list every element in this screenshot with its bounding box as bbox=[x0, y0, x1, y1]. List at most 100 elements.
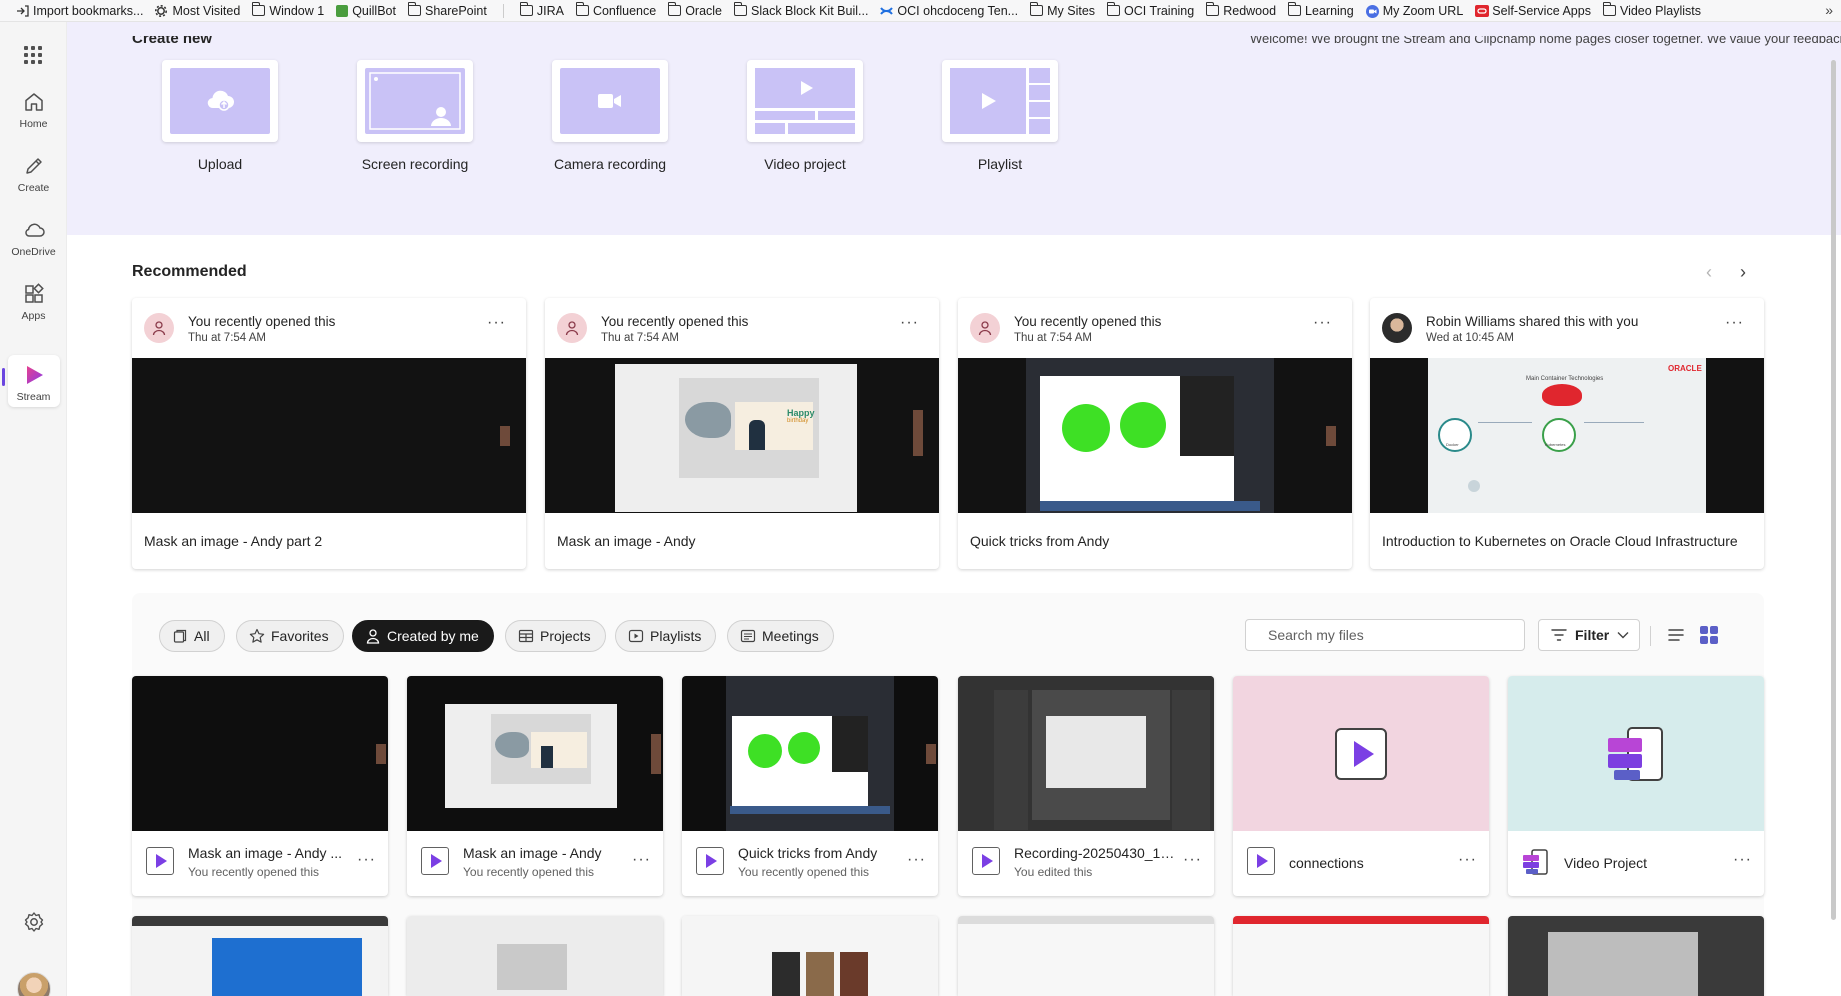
list-view-icon[interactable] bbox=[1667, 626, 1685, 644]
create-upload-card[interactable]: Upload bbox=[162, 60, 278, 172]
folder-icon bbox=[407, 2, 421, 16]
zoom-icon bbox=[1365, 5, 1379, 18]
bookmark-most-visited[interactable]: Most Visited bbox=[149, 4, 246, 18]
create-video-project-card[interactable]: Video project bbox=[747, 60, 863, 172]
recommended-card[interactable]: You recently opened this Thu at 7:54 AM … bbox=[958, 298, 1352, 569]
more-options-icon[interactable]: ··· bbox=[1183, 851, 1202, 869]
file-card[interactable] bbox=[1233, 916, 1489, 996]
user-avatar[interactable] bbox=[17, 972, 51, 996]
filter-pill-meetings[interactable]: Meetings bbox=[727, 620, 834, 652]
thumbnail-docker-label: Docker bbox=[1446, 442, 1459, 447]
recommended-time: Thu at 7:54 AM bbox=[188, 332, 266, 344]
rail-item-onedrive[interactable]: OneDrive bbox=[0, 218, 67, 258]
video-thumbnail bbox=[958, 358, 1352, 513]
file-card[interactable]: Mask an image - Andy ... You recently op… bbox=[132, 676, 388, 896]
more-options-icon[interactable]: ··· bbox=[632, 851, 651, 869]
bookmark-learning[interactable]: Learning bbox=[1282, 2, 1360, 18]
file-card[interactable] bbox=[958, 916, 1214, 996]
app-launcher-icon[interactable] bbox=[24, 46, 42, 64]
file-card[interactable]: connections ··· bbox=[1233, 676, 1489, 896]
create-camera-recording-card[interactable]: Camera recording bbox=[552, 60, 668, 172]
toolbar-divider bbox=[1650, 626, 1651, 646]
playlist-thumbnail-icon bbox=[1335, 728, 1387, 780]
settings-gear-icon[interactable] bbox=[22, 910, 46, 934]
filter-pill-favorites[interactable]: Favorites bbox=[236, 620, 344, 652]
bookmark-video-playlists[interactable]: Video Playlists bbox=[1597, 2, 1707, 18]
file-name: Quick tricks from Andy bbox=[738, 845, 878, 861]
file-card[interactable]: Mask an image - Andy You recently opened… bbox=[407, 676, 663, 896]
filter-pill-playlists[interactable]: Playlists bbox=[615, 620, 717, 652]
more-options-icon[interactable]: ··· bbox=[1313, 314, 1332, 332]
bookmark-slack-block-kit[interactable]: Slack Block Kit Buil... bbox=[728, 2, 874, 18]
rail-label-stream: Stream bbox=[16, 391, 51, 403]
rail-item-home[interactable]: Home bbox=[0, 90, 67, 130]
filter-pill-all[interactable]: All bbox=[159, 620, 225, 652]
more-options-icon[interactable]: ··· bbox=[487, 314, 506, 332]
bookmark-my-sites[interactable]: My Sites bbox=[1024, 2, 1101, 18]
bookmark-window-1[interactable]: Window 1 bbox=[246, 2, 330, 18]
rail-label-onedrive: OneDrive bbox=[11, 246, 56, 258]
file-card[interactable] bbox=[682, 916, 938, 996]
file-activity: You recently opened this bbox=[188, 865, 319, 879]
chevron-right-icon[interactable]: › bbox=[1740, 262, 1746, 283]
file-thumbnail bbox=[1233, 676, 1489, 831]
more-options-icon[interactable]: ··· bbox=[357, 851, 376, 869]
file-card[interactable]: Quick tricks from Andy You recently open… bbox=[682, 676, 938, 896]
video-thumbnail: Happy birthday bbox=[545, 358, 939, 513]
upload-cloud-icon bbox=[207, 90, 234, 111]
more-options-icon[interactable]: ··· bbox=[900, 314, 919, 332]
rail-item-create[interactable]: Create bbox=[0, 154, 67, 194]
recommended-card[interactable]: You recently opened this Thu at 7:54 AM … bbox=[132, 298, 526, 569]
bookmarks-overflow-icon[interactable]: » bbox=[1825, 2, 1833, 18]
video-file-icon bbox=[696, 847, 724, 875]
filter-button[interactable]: Filter bbox=[1538, 619, 1640, 651]
chevron-left-icon[interactable]: ‹ bbox=[1706, 262, 1712, 283]
clipchamp-project-icon bbox=[1608, 727, 1663, 781]
file-name: connections bbox=[1289, 855, 1364, 871]
recommended-card[interactable]: Robin Williams shared this with you Wed … bbox=[1370, 298, 1764, 569]
create-screen-recording-card[interactable]: Screen recording bbox=[357, 60, 473, 172]
recommended-card[interactable]: You recently opened this Thu at 7:54 AM … bbox=[545, 298, 939, 569]
rail-label-home: Home bbox=[19, 118, 48, 130]
file-card[interactable] bbox=[407, 916, 663, 996]
bookmark-quillbot[interactable]: QuillBot bbox=[330, 4, 402, 18]
file-thumbnail bbox=[132, 676, 388, 831]
file-card[interactable] bbox=[132, 916, 388, 996]
bookmark-confluence[interactable]: Confluence bbox=[570, 2, 662, 18]
thumbnail-happy-text: Happy bbox=[787, 408, 815, 418]
page-scrollbar[interactable] bbox=[1831, 60, 1836, 920]
recommended-video-title: Mask an image - Andy part 2 bbox=[144, 533, 323, 549]
filter-pill-created-by-me[interactable]: Created by me bbox=[352, 620, 494, 652]
file-name: Video Project bbox=[1564, 855, 1648, 871]
filter-pill-projects[interactable]: Projects bbox=[505, 620, 606, 652]
create-camera-recording-label: Camera recording bbox=[553, 156, 667, 172]
search-input[interactable]: Search my files bbox=[1245, 619, 1525, 651]
bookmark-oracle[interactable]: Oracle bbox=[662, 2, 728, 18]
more-options-icon[interactable]: ··· bbox=[1725, 314, 1744, 332]
bookmark-import[interactable]: Import bookmarks... bbox=[10, 4, 149, 18]
folder-icon bbox=[1029, 2, 1044, 16]
grid-view-icon[interactable] bbox=[1700, 626, 1718, 644]
rail-item-stream[interactable]: Stream bbox=[0, 355, 67, 407]
bookmark-oci-ohcdoceng[interactable]: OCI ohcdoceng Ten... bbox=[874, 4, 1024, 18]
file-card[interactable]: Video Project ··· bbox=[1508, 676, 1764, 896]
more-options-icon[interactable]: ··· bbox=[907, 851, 926, 869]
rail-item-apps[interactable]: Apps bbox=[0, 282, 67, 322]
bookmark-redwood[interactable]: Redwood bbox=[1200, 2, 1282, 18]
create-playlist-card[interactable]: Playlist bbox=[942, 60, 1058, 172]
file-card[interactable] bbox=[1508, 916, 1764, 996]
home-icon bbox=[24, 93, 43, 111]
file-card[interactable]: Recording-20250430_14... You edited this… bbox=[958, 676, 1214, 896]
recommended-video-title: Quick tricks from Andy bbox=[970, 533, 1110, 549]
bookmark-jira[interactable]: JIRA bbox=[514, 2, 570, 18]
apps-icon bbox=[24, 283, 44, 303]
bookmark-oci-training[interactable]: OCI Training bbox=[1101, 2, 1200, 18]
more-options-icon[interactable]: ··· bbox=[1733, 851, 1752, 869]
bookmark-sharepoint[interactable]: SharePoint bbox=[402, 2, 493, 18]
recommended-time: Wed at 10:45 AM bbox=[1426, 332, 1515, 344]
more-options-icon[interactable]: ··· bbox=[1458, 851, 1477, 869]
gear-icon bbox=[155, 5, 168, 17]
bookmark-my-zoom-url[interactable]: My Zoom URL bbox=[1360, 4, 1470, 18]
bookmark-self-service-apps[interactable]: Self-Service Apps bbox=[1469, 4, 1597, 18]
file-name: Mask an image - Andy bbox=[463, 845, 602, 861]
